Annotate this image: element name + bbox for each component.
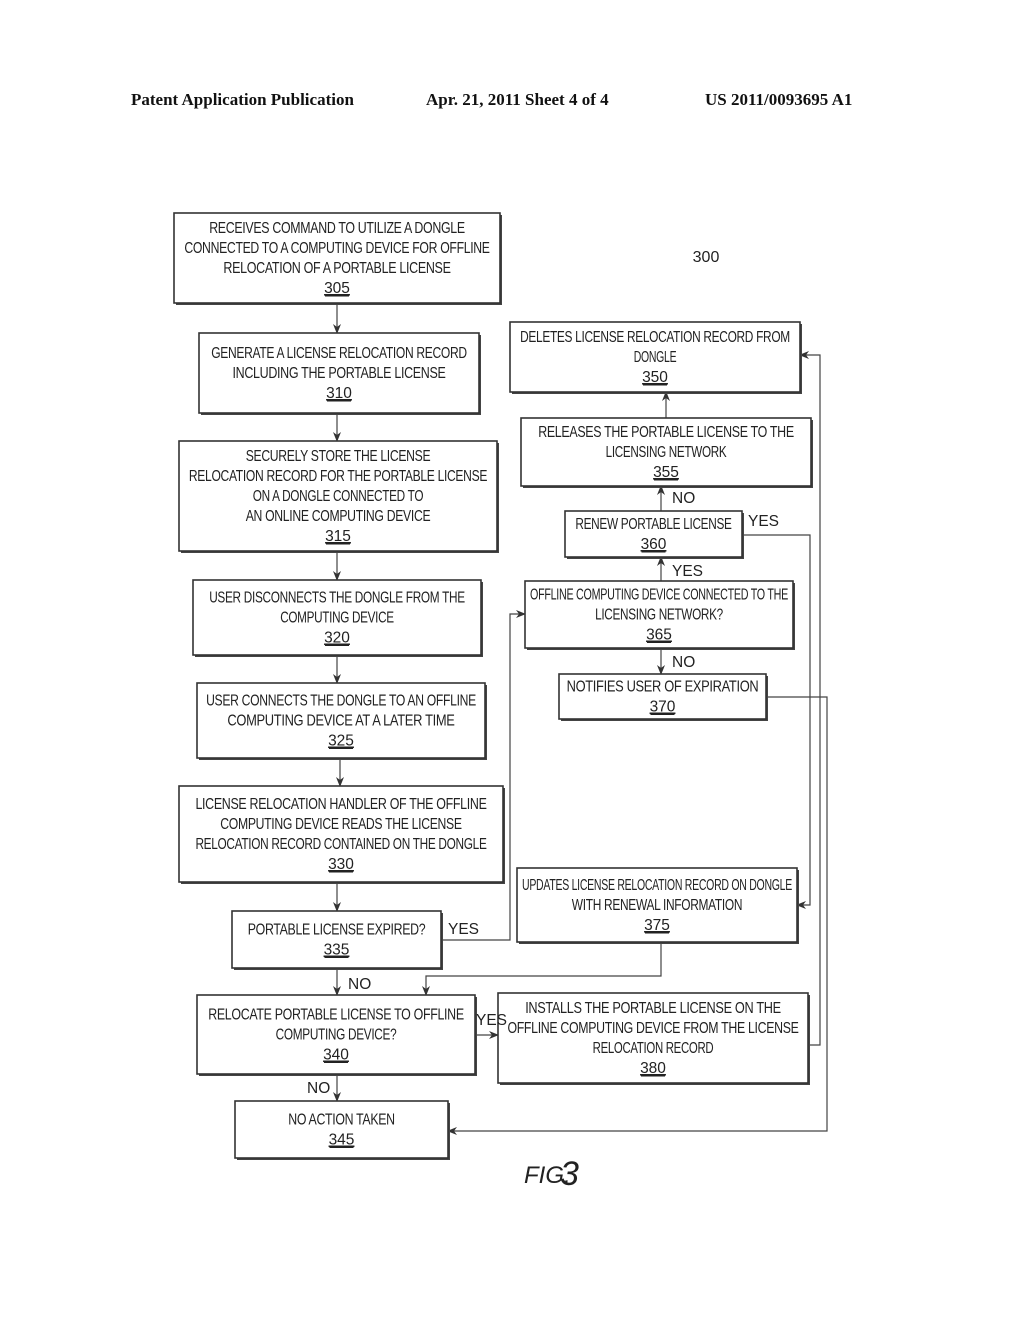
box-text-line: AN ONLINE COMPUTING DEVICE: [246, 508, 431, 525]
box-text-line: RELOCATION RECORD FOR THE PORTABLE LICEN…: [189, 468, 487, 485]
process-box-335: PORTABLE LICENSE EXPIRED? 335: [231, 910, 443, 970]
box-text-line: COMPUTING DEVICE: [280, 610, 394, 627]
box-text-line: ON A DONGLE CONNECTED TO: [253, 488, 424, 505]
flow-335-365-yes: [441, 610, 526, 941]
box-number: 350: [642, 369, 668, 386]
process-box-365: OFFLINE COMPUTING DEVICE CONNECTED TO TH…: [524, 580, 795, 650]
figure-reference-number: 300: [693, 249, 720, 266]
box-text-line: LICENSING NETWORK: [606, 444, 727, 461]
box-text-line: NOTIFIES USER OF EXPIRATION: [567, 679, 759, 696]
box-number: 315: [325, 528, 351, 545]
box-text-line: RELOCATION OF A PORTABLE LICENSE: [223, 260, 450, 277]
process-box-310: GENERATE A LICENSE RELOCATION RECORD INCL…: [198, 332, 481, 415]
box-text-line: UPDATES LICENSE RELOCATION RECORD ON DON…: [522, 877, 792, 894]
box-text-line: LICENSING NETWORK?: [595, 607, 723, 624]
box-text-line: OFFLINE COMPUTING DEVICE CONNECTED TO TH…: [530, 587, 788, 604]
box-text-line: INCLUDING THE PORTABLE LICENSE: [233, 365, 446, 382]
box-number: 365: [646, 627, 672, 644]
box-text-line: LICENSE RELOCATION HANDLER OF THE OFFLIN…: [195, 796, 486, 813]
box-text-line: COMPUTING DEVICE AT A LATER TIME: [227, 713, 454, 730]
edge-label-e365-no: NO: [672, 654, 695, 671]
box-number: 340: [323, 1047, 349, 1064]
box-text-line: USER CONNECTS THE DONGLE TO AN OFFLINE: [206, 693, 476, 710]
box-text-line: RENEW PORTABLE LICENSE: [575, 516, 731, 533]
process-box-355: RELEASES THE PORTABLE LICENSE TO THE LICE…: [520, 417, 813, 488]
box-number: 310: [326, 385, 352, 402]
process-box-330: LICENSE RELOCATION HANDLER OF THE OFFLIN…: [178, 785, 505, 884]
box-text-line: INSTALLS THE PORTABLE LICENSE ON THE: [525, 1000, 781, 1017]
figure-caption-number: 3: [560, 1155, 579, 1193]
process-box-345: NO ACTION TAKEN 345: [234, 1100, 450, 1160]
edge-label-e335-no: NO: [348, 976, 371, 993]
box-text-line: OFFLINE COMPUTING DEVICE FROM THE LICENS…: [507, 1020, 798, 1037]
box-text-line: WITH RENEWAL INFORMATION: [572, 897, 742, 914]
process-box-340: RELOCATE PORTABLE LICENSE TO OFFLINE COMP…: [196, 994, 477, 1076]
edge-label-e340-no: NO: [307, 1080, 330, 1097]
box-number: 370: [650, 699, 676, 716]
box-text-line: CONNECTED TO A COMPUTING DEVICE FOR OFFL…: [184, 240, 489, 257]
box-number: 355: [653, 464, 679, 481]
box-text-line: PORTABLE LICENSE EXPIRED?: [248, 922, 426, 939]
box-number: 380: [640, 1060, 666, 1077]
process-box-375: UPDATES LICENSE RELOCATION RECORD ON DON…: [516, 867, 799, 944]
box-text-line: USER DISCONNECTS THE DONGLE FROM THE: [209, 590, 465, 607]
edge-label-e335-yes: YES: [448, 921, 479, 938]
edge-label-e340-yes: YES: [476, 1012, 507, 1029]
box-text-line: RECEIVES COMMAND TO UTILIZE A DONGLE: [209, 220, 465, 237]
process-box-305: RECEIVES COMMAND TO UTILIZE A DONGLE CONN…: [173, 212, 502, 305]
box-frame: [234, 1100, 449, 1159]
box-text-line: DONGLE: [634, 349, 677, 366]
box-number: 305: [324, 280, 350, 297]
figure-caption: FIG. 3: [524, 1155, 579, 1193]
box-number: 320: [324, 630, 350, 647]
process-box-350: DELETES LICENSE RELOCATION RECORD FROM DO…: [509, 321, 802, 394]
process-box-315: SECURELY STORE THE LICENSE RELOCATION REC…: [178, 440, 499, 553]
process-box-370: NOTIFIES USER OF EXPIRATION 370: [558, 673, 768, 721]
box-text-line: RELOCATE PORTABLE LICENSE TO OFFLINE: [208, 1007, 464, 1024]
box-text-line: DELETES LICENSE RELOCATION RECORD FROM: [520, 329, 790, 346]
box-frame: [231, 910, 442, 969]
edge-label-e360-no: NO: [672, 490, 695, 507]
box-text-line: RELOCATION RECORD CONTAINED ON THE DONGL…: [195, 836, 486, 853]
box-number: 375: [644, 917, 670, 934]
process-box-380: INSTALLS THE PORTABLE LICENSE ON THE OFFL…: [497, 992, 810, 1085]
box-number: 330: [328, 856, 354, 873]
edge-label-e360-yes: YES: [748, 513, 779, 530]
box-text-line: GENERATE A LICENSE RELOCATION RECORD: [211, 345, 467, 362]
flow-375-340: [422, 942, 662, 996]
flowchart: RECEIVES COMMAND TO UTILIZE A DONGLE CONN…: [173, 212, 828, 1193]
process-box-325: USER CONNECTS THE DONGLE TO AN OFFLINE CO…: [196, 682, 487, 760]
box-text-line: RELEASES THE PORTABLE LICENSE TO THE: [538, 424, 794, 441]
box-text-line: COMPUTING DEVICE?: [276, 1027, 397, 1044]
edge-label-e365-yes: YES: [672, 563, 703, 580]
process-box-360: RENEW PORTABLE LICENSE 360: [564, 510, 744, 559]
box-text-line: NO ACTION TAKEN: [288, 1112, 395, 1129]
box-number: 345: [329, 1132, 355, 1149]
box-number: 325: [328, 733, 354, 750]
process-box-320: USER DISCONNECTS THE DONGLE FROM THE COMP…: [192, 579, 483, 657]
box-number: 360: [641, 536, 667, 553]
box-number: 335: [324, 942, 350, 959]
box-text-line: RELOCATION RECORD: [593, 1040, 714, 1057]
box-text-line: COMPUTING DEVICE READS THE LICENSE: [220, 816, 461, 833]
box-text-line: SECURELY STORE THE LICENSE: [246, 448, 431, 465]
